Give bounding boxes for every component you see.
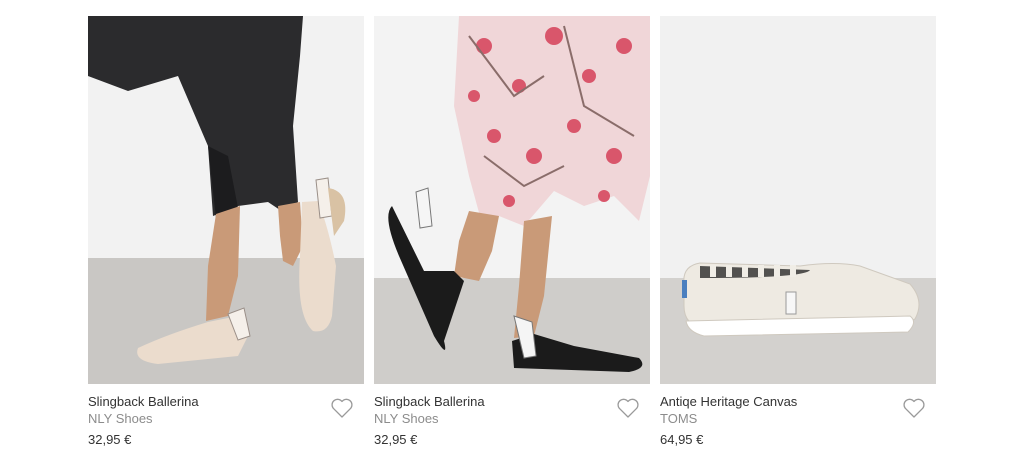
product-name[interactable]: Slingback Ballerina: [88, 394, 364, 410]
product-grid: Slingback Ballerina NLY Shoes 32,95 € Sl…: [88, 16, 936, 454]
product-card[interactable]: Slingback Ballerina NLY Shoes 32,95 €: [374, 16, 650, 454]
product-price: 32,95 €: [88, 432, 132, 447]
product-info: Slingback Ballerina NLY Shoes 32,95 €: [88, 384, 364, 454]
product-name[interactable]: Antiqe Heritage Canvas: [660, 394, 936, 410]
heart-icon[interactable]: [902, 397, 926, 419]
heart-icon[interactable]: [616, 397, 640, 419]
product-card[interactable]: Slingback Ballerina NLY Shoes 32,95 €: [88, 16, 364, 454]
product-image[interactable]: [88, 16, 364, 384]
product-brand: TOMS: [660, 411, 698, 426]
product-card[interactable]: Antiqe Heritage Canvas TOMS 64,95 €: [660, 16, 936, 454]
product-brand: NLY Shoes: [374, 411, 439, 426]
product-image[interactable]: [374, 16, 650, 384]
product-info: Antiqe Heritage Canvas TOMS 64,95 €: [660, 384, 936, 454]
product-brand: NLY Shoes: [88, 411, 153, 426]
product-image[interactable]: [660, 16, 936, 384]
heart-icon[interactable]: [330, 397, 354, 419]
product-info: Slingback Ballerina NLY Shoes 32,95 €: [374, 384, 650, 454]
product-price: 32,95 €: [374, 432, 418, 447]
product-name[interactable]: Slingback Ballerina: [374, 394, 650, 410]
product-price: 64,95 €: [660, 432, 704, 447]
